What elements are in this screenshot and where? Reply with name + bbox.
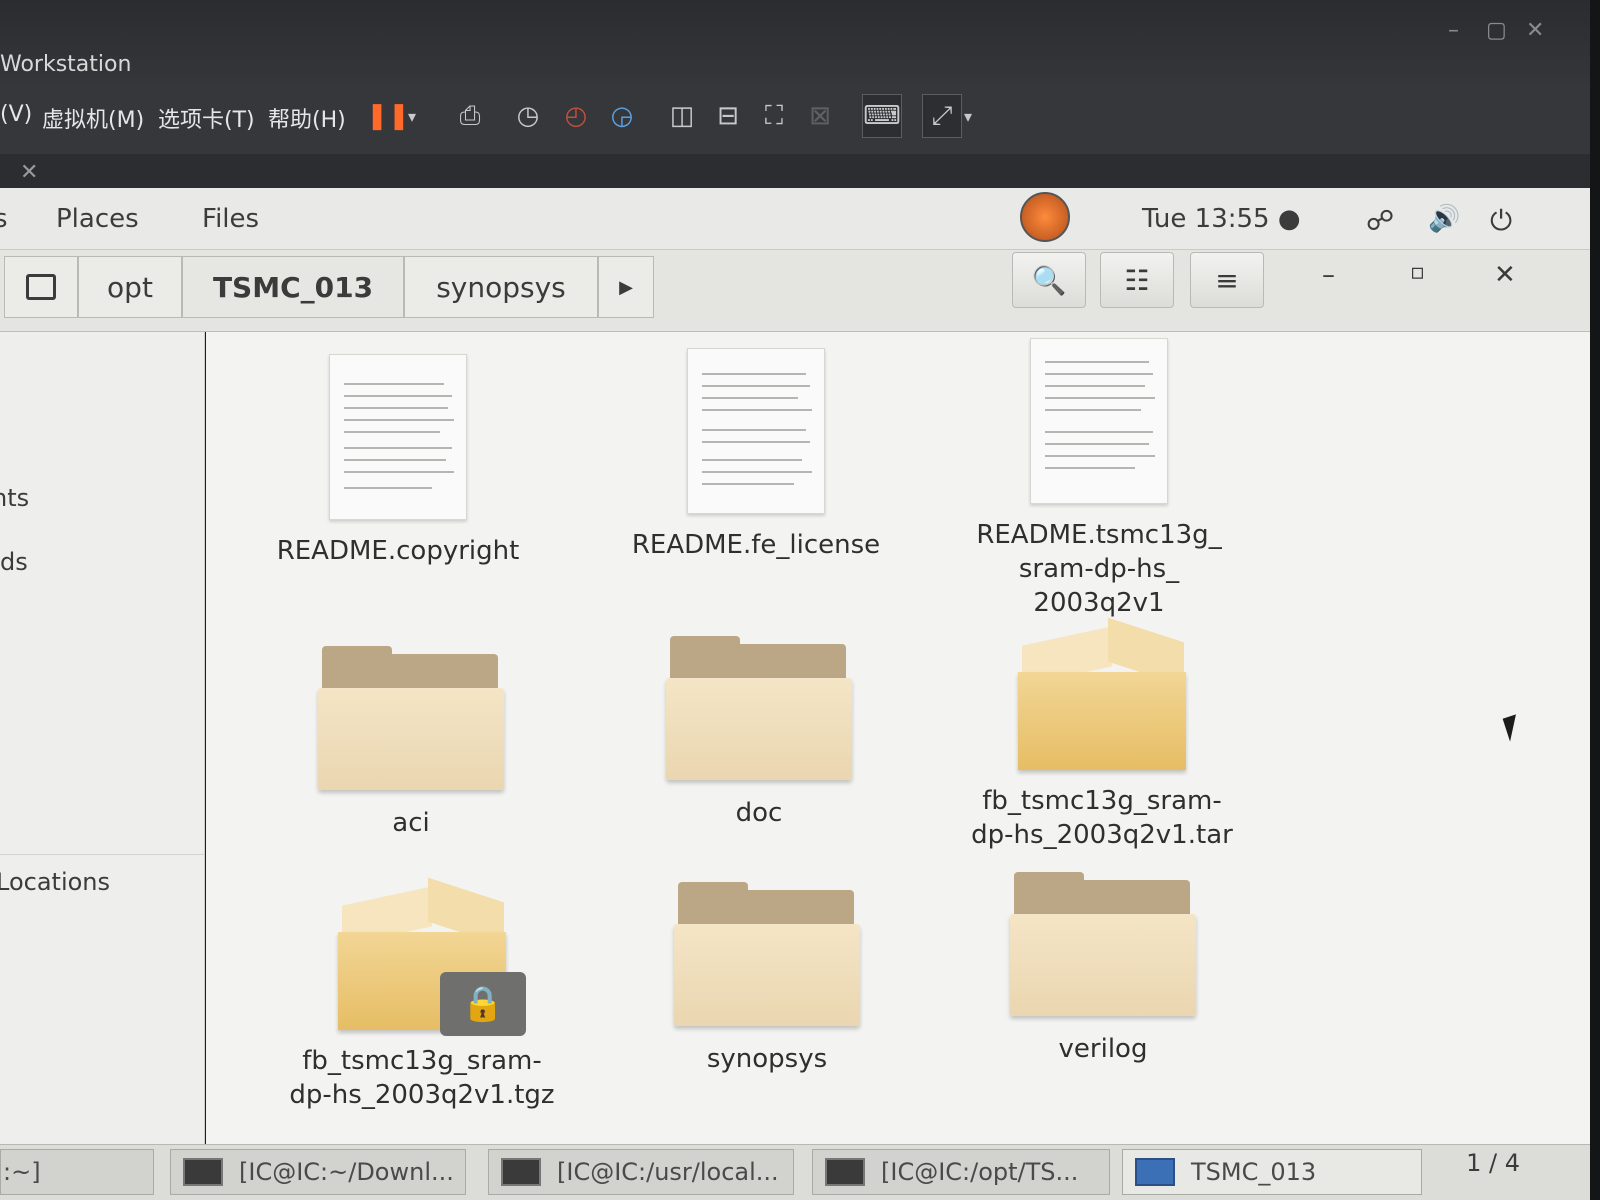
file-name: doc bbox=[735, 798, 783, 828]
text-document-icon bbox=[1030, 338, 1168, 504]
search-button[interactable]: 🔍 bbox=[1012, 252, 1086, 308]
show-library-icon[interactable]: ◫ bbox=[662, 94, 702, 138]
archive-icon bbox=[1012, 617, 1192, 770]
vmware-menu-toolbar: (V) 虚拟机(M) 选项卡(T) 帮助(H) ❚❚ ▾ ⎙ ◷ ◴ ◶ ◫ ⊟… bbox=[0, 84, 1600, 154]
terminal-icon bbox=[183, 1158, 223, 1186]
file-item[interactable]: fb_tsmc13g_sram- dp-hs_2003q2v1.tar bbox=[952, 617, 1252, 852]
list-view-icon: ☷ bbox=[1124, 263, 1150, 297]
folder-icon bbox=[666, 636, 852, 780]
breadcrumb-synopsys[interactable]: synopsys bbox=[404, 256, 598, 318]
task-button-active[interactable]: TSMC_013 bbox=[1122, 1149, 1422, 1195]
unity-icon[interactable]: ⊠ bbox=[800, 94, 840, 138]
view-toggle-button[interactable]: ☷ bbox=[1100, 252, 1174, 308]
chevron-down-icon[interactable]: ▾ bbox=[956, 94, 980, 138]
task-button[interactable]: :~] bbox=[0, 1149, 154, 1195]
minimize-icon[interactable]: – bbox=[1322, 260, 1335, 290]
file-item[interactable]: README.fe_license bbox=[594, 348, 918, 562]
file-name: README.fe_license bbox=[631, 530, 881, 560]
task-button[interactable]: [IC@IC:/usr/local... bbox=[488, 1149, 794, 1195]
taskbar: :~] [IC@IC:~/Downl... [IC@IC:/usr/local.… bbox=[0, 1144, 1590, 1200]
folder-icon bbox=[318, 646, 504, 790]
breadcrumb-home[interactable] bbox=[4, 256, 78, 318]
maximize-icon[interactable]: ▫ bbox=[1410, 260, 1425, 285]
file-name: fb_tsmc13g_sram- dp-hs_2003q2v1.tar bbox=[971, 786, 1233, 850]
volume-icon[interactable]: 🔊 bbox=[1428, 204, 1460, 234]
app-indicator-icon[interactable] bbox=[1020, 192, 1070, 242]
task-button[interactable]: [IC@IC:/opt/TS... bbox=[812, 1149, 1110, 1195]
sidebar-item-other-locations[interactable]: Locations bbox=[0, 868, 110, 896]
files-menu[interactable]: Files bbox=[202, 204, 259, 234]
sidebar-item-downloads[interactable]: ds bbox=[0, 548, 28, 576]
close-window-icon[interactable]: ✕ bbox=[1526, 18, 1544, 43]
file-name: aci bbox=[392, 808, 430, 838]
clock[interactable]: Tue 13:55 ● bbox=[1142, 204, 1301, 234]
places-menu[interactable]: Places bbox=[56, 204, 139, 234]
file-item[interactable]: README.copyright bbox=[242, 354, 554, 568]
send-ctrl-alt-del-icon[interactable]: ⎙ bbox=[450, 94, 490, 138]
file-name: fb_tsmc13g_sram- dp-hs_2003q2v1.tgz bbox=[289, 1046, 555, 1110]
sidebar: nts ds Locations bbox=[0, 332, 205, 1144]
snapshot-manager-icon[interactable]: ◶ bbox=[602, 94, 642, 138]
console-view-icon[interactable]: ⌨ bbox=[862, 94, 902, 138]
file-name: synopsys bbox=[706, 1044, 828, 1074]
menu-help[interactable]: 帮助(H) bbox=[268, 102, 346, 134]
workspace-pager[interactable]: 1 / 4 bbox=[1466, 1149, 1520, 1177]
minimize-window-icon[interactable]: – bbox=[1448, 18, 1459, 43]
breadcrumb-tsmc013[interactable]: TSMC_013 bbox=[182, 256, 404, 318]
file-name: verilog bbox=[1058, 1034, 1148, 1064]
terminal-icon bbox=[825, 1158, 865, 1186]
thumbnail-bar-icon[interactable]: ⊟ bbox=[708, 94, 748, 138]
text-document-icon bbox=[329, 354, 467, 520]
vm-tab-close-icon[interactable]: ✕ bbox=[20, 160, 38, 185]
breadcrumb-opt[interactable]: opt bbox=[78, 256, 182, 318]
task-label: TSMC_013 bbox=[1191, 1158, 1317, 1186]
gnome-top-bar: s Places Files Tue 13:55 ● ☍ 🔊 ⏻ bbox=[0, 188, 1590, 250]
vmware-title-bar: Workstation – ▢ ✕ bbox=[0, 0, 1600, 84]
terminal-icon bbox=[501, 1158, 541, 1186]
file-grid: README.copyright README.fe_license READM… bbox=[206, 332, 1590, 1144]
file-item[interactable]: README.tsmc13g_ sram-dp-hs_ 2003q2v1 bbox=[944, 338, 1254, 620]
file-item[interactable]: verilog bbox=[988, 872, 1218, 1066]
search-icon: 🔍 bbox=[1031, 263, 1067, 297]
breadcrumb-next-arrow-icon[interactable]: ▶ bbox=[598, 256, 654, 318]
sidebar-divider bbox=[0, 854, 205, 855]
revert-snapshot-icon[interactable]: ◴ bbox=[556, 94, 596, 138]
task-label: [IC@IC:/usr/local... bbox=[557, 1158, 779, 1186]
snapshot-icon[interactable]: ◷ bbox=[508, 94, 548, 138]
folder-icon bbox=[674, 882, 860, 1026]
window-title: Workstation bbox=[0, 52, 132, 77]
file-item[interactable]: 🔒 fb_tsmc13g_sram- dp-hs_2003q2v1.tgz bbox=[272, 877, 572, 1112]
menu-vm[interactable]: 虚拟机(M) bbox=[42, 102, 144, 134]
text-document-icon bbox=[687, 348, 825, 514]
lock-icon: 🔒 bbox=[440, 972, 526, 1036]
file-manager-icon bbox=[1135, 1158, 1175, 1186]
screen-bezel bbox=[1590, 0, 1600, 1200]
menu-view[interactable]: (V) bbox=[0, 102, 32, 127]
folder-icon bbox=[1010, 872, 1196, 1016]
drive-icon bbox=[26, 274, 56, 300]
task-label: [IC@IC:~/Downl... bbox=[239, 1158, 454, 1186]
menu-tabs[interactable]: 选项卡(T) bbox=[158, 102, 255, 134]
files-header-bar: opt TSMC_013 synopsys ▶ 🔍 ☷ ≡ – ▫ ✕ bbox=[0, 250, 1590, 332]
file-name: README.tsmc13g_ sram-dp-hs_ 2003q2v1 bbox=[976, 520, 1222, 618]
restore-window-icon[interactable]: ▢ bbox=[1486, 18, 1507, 43]
sidebar-item-documents[interactable]: nts bbox=[0, 484, 29, 512]
close-icon[interactable]: ✕ bbox=[1494, 260, 1516, 290]
network-icon[interactable]: ☍ bbox=[1366, 204, 1394, 237]
file-item[interactable]: synopsys bbox=[652, 882, 882, 1076]
file-item[interactable]: aci bbox=[296, 646, 526, 840]
chevron-down-icon[interactable]: ▾ bbox=[400, 94, 424, 138]
task-label: [IC@IC:/opt/TS... bbox=[881, 1158, 1079, 1186]
menu-button[interactable]: ≡ bbox=[1190, 252, 1264, 308]
task-label: :~] bbox=[3, 1158, 41, 1186]
activities-menu[interactable]: s bbox=[0, 204, 8, 234]
archive-icon: 🔒 bbox=[332, 877, 526, 1036]
full-screen-icon[interactable]: ⛶ bbox=[754, 94, 794, 138]
hamburger-icon: ≡ bbox=[1215, 263, 1239, 297]
file-name: README.copyright bbox=[276, 536, 520, 566]
power-icon[interactable]: ⏻ bbox=[1490, 204, 1512, 238]
task-button[interactable]: [IC@IC:~/Downl... bbox=[170, 1149, 466, 1195]
file-item[interactable]: doc bbox=[644, 636, 874, 830]
